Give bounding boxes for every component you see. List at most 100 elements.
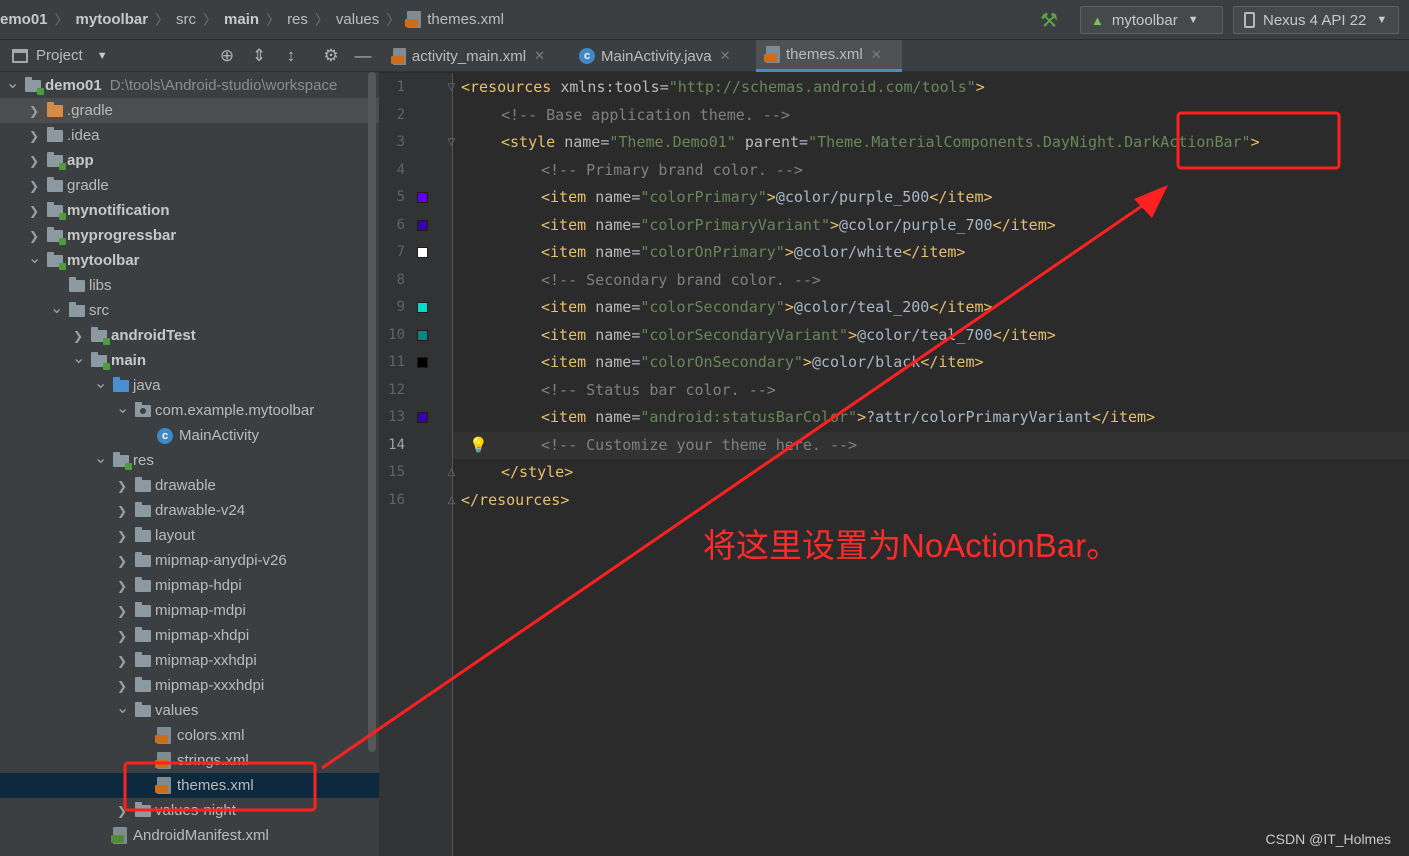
tree-item[interactable]: ❯ mipmap-xhdpi xyxy=(0,623,379,648)
project-view-dropdown[interactable]: Project xyxy=(36,47,83,64)
chevron-down-icon[interactable]: ▼ xyxy=(97,50,108,62)
color-swatch[interactable] xyxy=(417,247,428,258)
code-token: @color/teal_200 xyxy=(793,298,930,316)
chevron-right-icon[interactable]: ❯ xyxy=(116,804,128,818)
collapse-all-icon[interactable]: ↕ xyxy=(281,46,301,66)
close-icon[interactable]: ✕ xyxy=(534,48,545,64)
tree-item[interactable]: ❯ mipmap-anydpi-v26 xyxy=(0,548,379,573)
breadcrumb-item[interactable]: emo01 xyxy=(0,11,48,28)
breadcrumb-current-file[interactable]: themes.xml xyxy=(427,11,504,28)
chevron-right-icon[interactable]: ❯ xyxy=(72,329,84,343)
device-dropdown[interactable]: Nexus 4 API 22 ▼ xyxy=(1233,6,1399,34)
chevron-right-icon[interactable]: ❯ xyxy=(28,229,40,243)
chevron-down-icon[interactable]: ⌄ xyxy=(94,373,107,393)
chevron-right-icon[interactable]: ❯ xyxy=(28,179,40,193)
chevron-right-icon[interactable]: ❯ xyxy=(116,679,128,693)
chevron-down-icon[interactable]: ⌄ xyxy=(6,73,19,93)
tree-item[interactable]: ⌄ java xyxy=(0,373,379,398)
chevron-right-icon[interactable]: ❯ xyxy=(28,204,40,218)
color-swatch[interactable] xyxy=(417,412,428,423)
color-swatch[interactable] xyxy=(417,302,428,313)
chevron-right-icon[interactable]: ❯ xyxy=(28,129,40,143)
chevron-right-icon[interactable]: ❯ xyxy=(116,629,128,643)
tree-item[interactable]: ❯ .idea xyxy=(0,123,379,148)
chevron-down-icon[interactable]: ⌄ xyxy=(72,348,85,368)
tree-item[interactable]: ❯ layout xyxy=(0,523,379,548)
code-line: <!-- Secondary brand color. --> xyxy=(541,267,821,294)
tree-item[interactable]: ❯cMainActivity xyxy=(0,423,379,448)
tree-item[interactable]: ❯ values-night xyxy=(0,798,379,823)
breadcrumb-item[interactable]: mytoolbar xyxy=(76,11,149,28)
manifest-file-icon xyxy=(111,827,127,844)
chevron-down-icon[interactable]: ⌄ xyxy=(50,298,63,318)
tree-item[interactable]: ❯colors.xml xyxy=(0,723,379,748)
code-line: <item name="colorPrimary">@color/purple_… xyxy=(541,184,993,211)
tree-item[interactable]: ❯AndroidManifest.xml xyxy=(0,823,379,848)
code-editor[interactable]: <resources xmlns:tools="http://schemas.a… xyxy=(453,73,1409,856)
tree-item[interactable]: ❯ myprogressbar xyxy=(0,223,379,248)
tree-item[interactable]: ❯ mipmap-mdpi xyxy=(0,598,379,623)
tree-item[interactable]: ❯ gradle xyxy=(0,173,379,198)
tree-item[interactable]: ❯ .gradle xyxy=(0,98,379,123)
gear-icon[interactable]: ⚙ xyxy=(321,46,341,66)
crosshair-icon[interactable]: ⊕ xyxy=(217,46,237,66)
tree-item[interactable]: ❯ androidTest xyxy=(0,323,379,348)
tree-item[interactable]: ⌄ demo01 D:\tools\Android-studio\workspace xyxy=(0,73,379,98)
tree-item[interactable]: ❯ app xyxy=(0,148,379,173)
code-line: <item name="colorOnPrimary">@color/white… xyxy=(541,239,965,266)
run-configuration-dropdown[interactable]: ▲ mytoolbar ▼ xyxy=(1080,6,1223,34)
tree-item[interactable]: ⌄ main xyxy=(0,348,379,373)
tree-item[interactable]: ⌄ values xyxy=(0,698,379,723)
close-icon[interactable]: ✕ xyxy=(720,48,731,64)
editor-tab[interactable]: c MainActivity.java ✕ xyxy=(569,40,751,72)
tree-item[interactable]: ⌄ res xyxy=(0,448,379,473)
project-tree-scrollbar[interactable] xyxy=(368,72,376,752)
tree-item[interactable]: ❯strings.xml xyxy=(0,748,379,773)
color-swatch[interactable] xyxy=(417,357,428,368)
tree-item[interactable]: ❯ mipmap-xxxhdpi xyxy=(0,673,379,698)
tree-item[interactable]: ❯ mynotification xyxy=(0,198,379,223)
chevron-right-icon[interactable]: ❯ xyxy=(116,554,128,568)
editor-area: activity_main.xml ✕ c MainActivity.java ✕ the… xyxy=(379,40,1409,856)
editor-tab[interactable]: activity_main.xml ✕ xyxy=(383,40,555,72)
editor-tab[interactable]: themes.xml ✕ xyxy=(756,40,902,72)
lightbulb-icon[interactable]: 💡 xyxy=(469,436,488,454)
expand-all-icon[interactable]: ⇕ xyxy=(249,46,269,66)
breadcrumb-item[interactable]: res xyxy=(287,11,308,28)
hammer-icon[interactable]: ⚒ xyxy=(1040,8,1058,33)
color-swatch[interactable] xyxy=(417,329,428,341)
tree-item[interactable]: ❯themes.xml xyxy=(0,773,379,798)
color-swatch[interactable] xyxy=(417,219,428,231)
tree-item[interactable]: ❯ mipmap-hdpi xyxy=(0,573,379,598)
chevron-right-icon[interactable]: ❯ xyxy=(116,604,128,618)
module-folder-icon xyxy=(91,351,110,370)
chevron-right-icon[interactable]: ❯ xyxy=(116,529,128,543)
tree-item[interactable]: ⌄ com.example.mytoolbar xyxy=(0,398,379,423)
tree-item[interactable]: ⌄ src xyxy=(0,298,379,323)
tree-item[interactable]: ❯ mipmap-xxhdpi xyxy=(0,648,379,673)
chevron-right-icon[interactable]: ❯ xyxy=(28,104,40,118)
tree-item[interactable]: ❯libs xyxy=(0,273,379,298)
chevron-right-icon[interactable]: ❯ xyxy=(116,654,128,668)
tree-item-label: themes.xml xyxy=(177,777,254,794)
breadcrumb-item[interactable]: values xyxy=(336,11,379,28)
chevron-down-icon[interactable]: ⌄ xyxy=(116,398,129,418)
color-swatch[interactable] xyxy=(417,192,428,203)
tree-item[interactable]: ❯ drawable-v24 xyxy=(0,498,379,523)
chevron-down-icon[interactable]: ⌄ xyxy=(94,448,107,468)
tree-item[interactable]: ⌄ mytoolbar xyxy=(0,248,379,273)
close-icon[interactable]: ✕ xyxy=(871,47,882,63)
breadcrumb-item[interactable]: main xyxy=(224,11,259,28)
tree-item[interactable]: ❯ drawable xyxy=(0,473,379,498)
chevron-right-icon[interactable]: ❯ xyxy=(116,479,128,493)
minimize-icon[interactable]: — xyxy=(353,46,373,66)
chevron-right-icon[interactable]: ❯ xyxy=(116,579,128,593)
breadcrumb-item[interactable]: src xyxy=(176,11,196,28)
android-icon: ▲ xyxy=(1091,12,1104,28)
chevron-down-icon[interactable]: ⌄ xyxy=(116,698,129,718)
chevron-right-icon[interactable]: ❯ xyxy=(28,154,40,168)
chevron-down-icon[interactable]: ⌄ xyxy=(28,248,41,268)
chevron-right-icon[interactable]: ❯ xyxy=(116,504,128,518)
code-token: > xyxy=(802,353,812,371)
folder-icon xyxy=(135,501,151,517)
